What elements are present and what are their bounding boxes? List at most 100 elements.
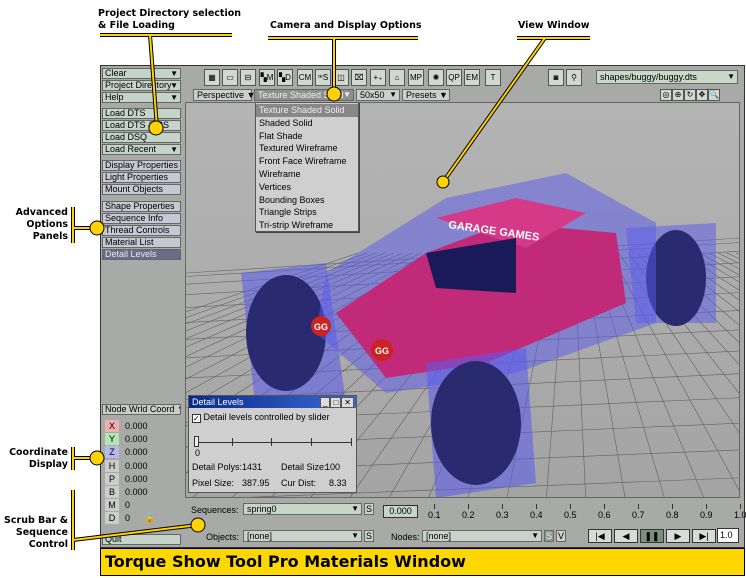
checkbox-icon[interactable]: ✓ [192, 414, 201, 423]
shape-properties-button[interactable]: Shape Properties [102, 201, 181, 212]
toolbar-icon-3[interactable]: ▚M [259, 69, 275, 86]
view-nav-icon-2[interactable]: ↻ [684, 89, 696, 101]
scrub-tick-label: 0.7 [632, 510, 645, 520]
toolbar-icon-1[interactable]: ▭ [222, 69, 238, 86]
quit-button[interactable]: Quit [102, 534, 181, 545]
speed-input[interactable]: 1.0 [717, 528, 739, 543]
annotation-camera: Camera and Display Options [270, 20, 422, 31]
minimize-button[interactable]: _ [320, 397, 331, 408]
toolbar-icon-14[interactable]: EM [464, 69, 480, 86]
load-recent-dropdown[interactable]: Load Recent ▼ [102, 144, 181, 155]
render-mode-dropdown[interactable]: Texture Shaded Solid ▼ [254, 89, 354, 101]
sequence-s-button[interactable]: S [364, 503, 374, 515]
detail-levels-button[interactable]: Detail Levels [102, 249, 181, 260]
load-dts-button[interactable]: Load DTS [102, 108, 181, 119]
scrub-bar[interactable]: 0.000 0.1 0.2 0.3 0.4 0.5 0.6 0.7 0.8 0.9 1.0 [383, 502, 746, 522]
mount-objects-button[interactable]: Mount Objects [102, 184, 181, 195]
scrub-tick-label: 0.8 [666, 510, 679, 520]
size-label: Detail Size: [281, 462, 327, 472]
coord-z: Z 0.000 [105, 446, 148, 459]
dist-value: 8.33 [329, 478, 347, 488]
toolbar-icon-13[interactable]: QP [446, 69, 462, 86]
project-directory-dropdown[interactable]: Project Directory ▼ [102, 80, 181, 91]
polys-value: 1431 [242, 462, 263, 472]
coord-d: D 0 🔒 [105, 512, 155, 525]
toolbar-icon-7[interactable]: ◫ [333, 69, 349, 86]
pause-button[interactable]: ❚❚ [640, 529, 664, 543]
skip-start-button[interactable]: |◀ [588, 529, 612, 543]
objects-dropdown[interactable]: [none] ▼ [243, 530, 362, 542]
slider-checkbox[interactable]: ✓ Detail levels controlled by slider [189, 408, 356, 427]
svg-text:GG: GG [314, 322, 328, 332]
toolbar-icon-10[interactable]: ⌂ [389, 69, 405, 86]
step-back-button[interactable]: ◀ [614, 529, 638, 543]
toolbar-icon-0[interactable]: ▦ [204, 69, 220, 86]
display-properties-button[interactable]: Display Properties [102, 160, 181, 171]
render-mode-menu[interactable]: Texture Shaded Solid Shaded Solid Flat Sha… [255, 102, 359, 232]
presets-dropdown[interactable]: Presets ▼ [402, 89, 450, 101]
play-button[interactable]: ▶ [666, 529, 690, 543]
sequences-dropdown[interactable]: spring0 ▼ [243, 503, 362, 515]
close-button[interactable]: ✕ [341, 397, 354, 408]
menu-item[interactable]: Bounding Boxes [256, 194, 358, 207]
slider-value: 0 [195, 448, 201, 458]
menu-item[interactable]: Wireframe [256, 168, 358, 181]
slider-thumb[interactable] [194, 436, 199, 447]
menu-item[interactable]: Flat Shade [256, 130, 358, 143]
view-nav-icon-3[interactable]: ✥ [696, 89, 708, 101]
help-dropdown[interactable]: Help ▼ [102, 92, 181, 103]
camera-tool-icon-1[interactable]: ⚲ [566, 69, 582, 86]
coord-m: M0 [105, 499, 130, 512]
nodes-v-button[interactable]: V [556, 530, 566, 542]
time-field[interactable]: 0.000 [383, 505, 418, 518]
objects-s-button[interactable]: S [364, 530, 374, 542]
material-list-button[interactable]: Material List [102, 237, 181, 248]
view-nav-icon-0[interactable]: ◎ [660, 89, 672, 101]
scrub-tick-label: 0.2 [462, 510, 475, 520]
menu-item[interactable]: Triangle Strips [256, 206, 358, 219]
toolbar-icon-6[interactable]: ꟹS [315, 69, 331, 86]
view-nav-icon-4[interactable]: 🔍 [708, 89, 720, 101]
thread-controls-button[interactable]: Thread Controls [102, 225, 181, 236]
toolbar-icon-4[interactable]: ▚D [277, 69, 293, 86]
coord-value: 0.000 [125, 460, 148, 471]
camera-dropdown[interactable]: Perspective ▼ [193, 89, 255, 101]
toolbar-icon-8[interactable]: ⌧ [351, 69, 367, 86]
detail-slider[interactable] [194, 442, 352, 443]
file-select[interactable]: shapes/buggy/buggy.dts ▼ [596, 70, 738, 84]
pixel-value: 387.95 [242, 478, 270, 488]
lock-icon[interactable]: 🔒 [144, 513, 155, 523]
camera-tool-icon-0[interactable]: ◙ [548, 69, 564, 86]
load-dsq-button[interactable]: Load DSQ [102, 132, 181, 143]
sequence-info-button[interactable]: Sequence Info [102, 213, 181, 224]
menu-item[interactable]: Texture Shaded Solid [256, 104, 358, 117]
toolbar-icon-9[interactable]: +₊ [370, 69, 386, 86]
nodes-s-button[interactable]: S [544, 530, 554, 542]
light-properties-button[interactable]: Light Properties [102, 172, 181, 183]
load-dts-cs-button[interactable]: Load DTS & CS [102, 120, 181, 131]
menu-item[interactable]: Shaded Solid [256, 117, 358, 130]
toolbar-icon-15[interactable]: T [485, 69, 501, 86]
menu-item[interactable]: Vertices [256, 181, 358, 194]
scrub-tick [468, 504, 469, 509]
coord-value: 0.000 [125, 487, 148, 497]
view-nav-icon-1[interactable]: ⊕ [672, 89, 684, 101]
scrub-tick [740, 504, 741, 509]
menu-item[interactable]: Front Face Wireframe [256, 155, 358, 168]
grid-size-dropdown[interactable]: 50x50 ▼ [356, 89, 400, 101]
toolbar-icon-11[interactable]: MP [408, 69, 424, 86]
caption-bar: Torque Show Tool Pro Materials Window [100, 548, 745, 576]
maximize-button[interactable]: □ [330, 397, 342, 408]
scrub-tick [502, 504, 503, 509]
coord-key: X [105, 420, 119, 432]
nodes-dropdown[interactable]: [none] ▼ [422, 530, 542, 542]
toolbar-icon-5[interactable]: CM [297, 69, 313, 86]
coord-mode-dropdown[interactable]: Node Wrld Coord ▼ [102, 404, 181, 415]
menu-item[interactable]: Textured Wireframe [256, 142, 358, 155]
menu-item[interactable]: Tri-strip Wireframe [256, 219, 358, 232]
pixel-label: Pixel Size: [192, 478, 235, 488]
skip-end-button[interactable]: ▶| [692, 529, 716, 543]
clear-dropdown[interactable]: Clear ▼ [102, 68, 181, 79]
toolbar-icon-2[interactable]: ⊟ [240, 69, 256, 86]
toolbar-icon-12[interactable]: ✺ [428, 69, 444, 86]
